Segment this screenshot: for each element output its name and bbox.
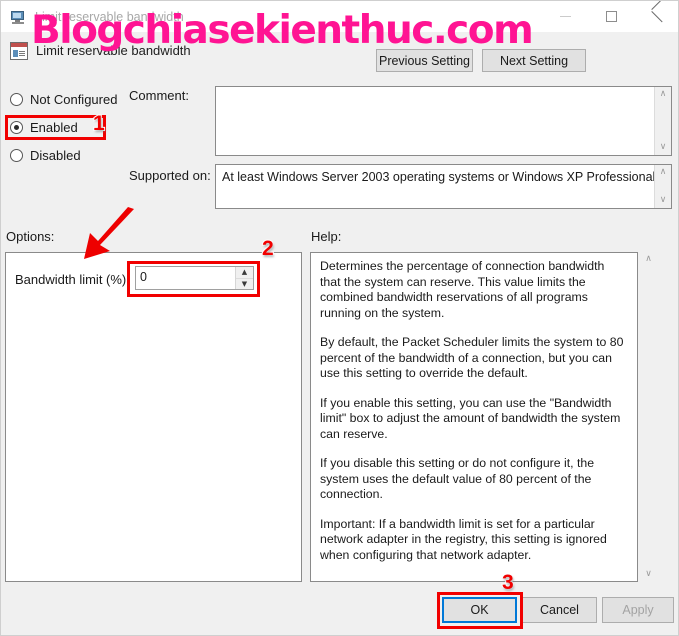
scroll-up-icon[interactable]: ∧	[660, 165, 667, 180]
policy-setting-icon	[10, 42, 28, 60]
close-icon	[651, 10, 664, 23]
window-title: Limit reservable bandwidth	[35, 9, 184, 24]
comment-value	[216, 87, 654, 155]
help-paragraph: Determines the percentage of connection …	[320, 259, 605, 320]
monitor-icon	[10, 9, 26, 25]
help-paragraph: By default, the Packet Scheduler limits …	[320, 335, 624, 380]
radio-not-configured[interactable]: Not Configured	[10, 92, 117, 107]
radio-disabled[interactable]: Disabled	[10, 148, 81, 163]
radio-label-not-configured: Not Configured	[30, 92, 118, 107]
radio-circle-icon	[10, 93, 23, 106]
previous-setting-button[interactable]: Previous Setting	[376, 49, 473, 72]
options-label: Options:	[6, 229, 55, 244]
help-text-panel: Determines the percentage of connection …	[310, 252, 638, 582]
bandwidth-limit-label: Bandwidth limit (%):	[15, 272, 130, 287]
scroll-up-icon[interactable]: ∧	[645, 252, 652, 267]
help-label: Help:	[311, 229, 342, 244]
bandwidth-limit-spinner[interactable]: 0 ▲ ▼	[135, 266, 254, 290]
options-panel: Bandwidth limit (%): 0 ▲ ▼	[5, 252, 302, 582]
bandwidth-limit-input[interactable]: 0	[136, 267, 235, 289]
maximize-button[interactable]	[588, 1, 634, 32]
maximize-icon	[605, 11, 617, 22]
next-setting-button[interactable]: Next Setting	[482, 49, 586, 72]
supported-on-label: Supported on:	[129, 168, 211, 183]
supported-on-scrollbar[interactable]: ∧ ∨	[654, 165, 671, 208]
scroll-down-icon[interactable]: ∨	[660, 193, 667, 208]
title-bar: Limit reservable bandwidth	[1, 1, 678, 32]
radio-circle-icon	[10, 149, 23, 162]
annotation-badge-1: 1	[92, 111, 106, 136]
setting-name: Limit reservable bandwidth	[36, 43, 191, 58]
radio-circle-selected-icon	[10, 121, 23, 134]
minimize-button[interactable]	[542, 1, 588, 32]
group-policy-setting-dialog: Limit reservable bandwidth Limit reserva…	[0, 0, 679, 636]
comment-scrollbar[interactable]: ∧ ∨	[654, 87, 671, 155]
close-button[interactable]	[634, 1, 678, 32]
help-scrollbar[interactable]: ∧ ∨	[640, 252, 657, 582]
supported-on-textarea[interactable]: At least Windows Server 2003 operating s…	[215, 164, 672, 209]
help-paragraph: If you enable this setting, you can use …	[320, 395, 621, 441]
radio-enabled[interactable]: Enabled	[10, 120, 78, 135]
apply-button[interactable]: Apply	[602, 597, 674, 623]
supported-on-value: At least Windows Server 2003 operating s…	[222, 170, 654, 184]
ok-button[interactable]: OK	[442, 597, 517, 623]
cancel-button[interactable]: Cancel	[522, 597, 597, 623]
spinner-down-icon[interactable]: ▼	[236, 278, 253, 289]
radio-label-disabled: Disabled	[30, 148, 81, 163]
help-paragraph: Important: If a bandwidth limit is set f…	[320, 516, 607, 562]
window-controls	[542, 1, 678, 32]
scroll-down-icon[interactable]: ∨	[660, 140, 667, 155]
spinner-up-icon[interactable]: ▲	[236, 267, 253, 279]
comment-textarea[interactable]: ∧ ∨	[215, 86, 672, 156]
comment-label: Comment:	[129, 88, 189, 103]
help-paragraph: If you disable this setting or do not co…	[320, 456, 595, 501]
minimize-icon	[559, 16, 571, 17]
radio-label-enabled: Enabled	[30, 120, 78, 135]
scroll-up-icon[interactable]: ∧	[660, 87, 667, 102]
scroll-down-icon[interactable]: ∨	[645, 567, 652, 582]
spinner-arrows[interactable]: ▲ ▼	[235, 267, 253, 289]
